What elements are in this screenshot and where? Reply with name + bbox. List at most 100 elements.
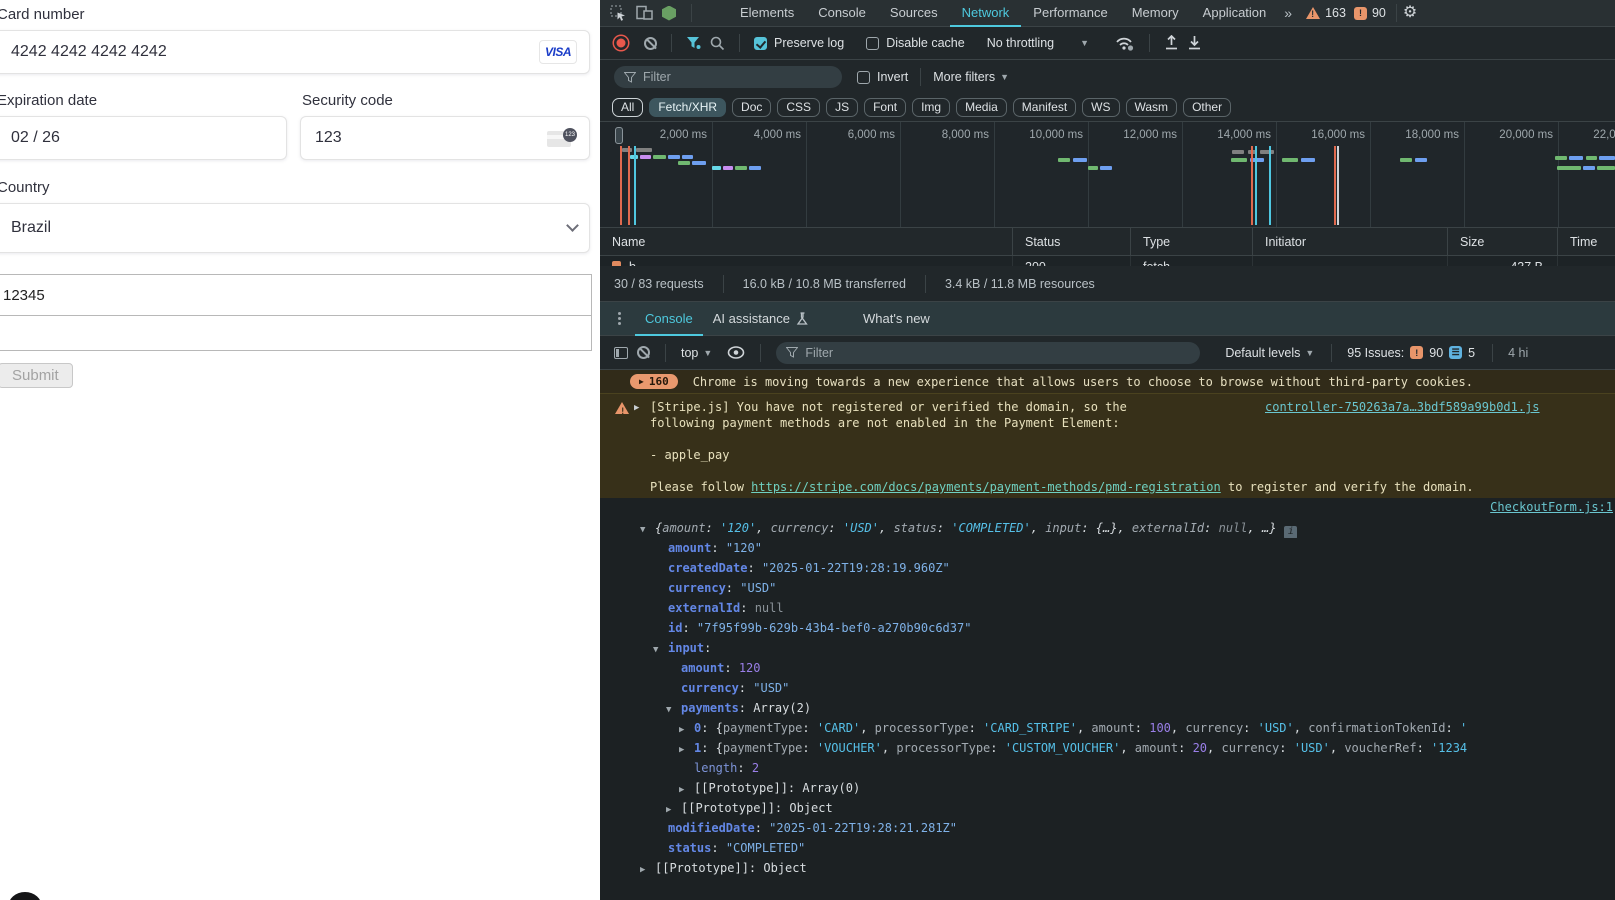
invert-checkbox[interactable]: Invert — [857, 70, 908, 84]
chip-all[interactable]: All — [612, 98, 644, 117]
group-count-pill[interactable]: ▶ 160 — [630, 374, 678, 389]
console-group-message[interactable]: ▶ 160 Chrome is moving towards a new exp… — [600, 370, 1615, 394]
live-expression-eye-icon[interactable] — [727, 346, 745, 359]
request-row[interactable]: b 200 fetch 437 B — [600, 256, 1615, 266]
preserve-log-checkbox[interactable]: Preserve log — [754, 36, 844, 50]
import-har-icon[interactable] — [1164, 35, 1179, 51]
nodejs-icon[interactable] — [662, 5, 676, 21]
search-icon[interactable] — [710, 36, 725, 51]
drawer-tab-what-s-new[interactable]: What's new — [853, 302, 940, 336]
disable-cache-checkbox[interactable]: Disable cache — [866, 36, 965, 50]
console-tree-row[interactable]: ▶ [[Prototype]]: Object — [600, 798, 1615, 818]
network-overview[interactable]: 2,000 ms 4,000 ms 6,000 ms 8,000 ms 10,000 m… — [600, 122, 1615, 228]
chip-wasm[interactable]: Wasm — [1125, 98, 1178, 117]
console-tree-row[interactable]: ▶ [[Prototype]]: Object — [600, 858, 1615, 878]
inspect-element-icon[interactable] — [610, 5, 627, 22]
console-filter-input[interactable]: Filter — [776, 341, 1201, 364]
disclosure-arrow-icon[interactable]: ▶ — [679, 720, 694, 738]
chip-js[interactable]: JS — [826, 98, 859, 117]
drawer-menu-icon[interactable] — [618, 312, 621, 325]
tab-sources[interactable]: Sources — [878, 0, 950, 27]
console-tree-row[interactable]: ▶ 0: {paymentType: 'CARD', processorType:… — [600, 718, 1615, 738]
controller-source-link[interactable]: controller-750263a7a…3bdf589a99b0d1.js — [1265, 399, 1540, 415]
console-tree-row[interactable]: currency: "USD" — [600, 678, 1615, 698]
tab-network[interactable]: Network — [950, 0, 1022, 27]
console-tree-row[interactable]: modifiedDate: "2025-01-22T19:28:21.281Z" — [600, 818, 1615, 838]
console-tree-row[interactable]: currency: "USD" — [600, 578, 1615, 598]
chip-ws[interactable]: WS — [1082, 98, 1120, 117]
disclosure-arrow-icon[interactable]: ▶ — [666, 800, 681, 818]
tab-performance[interactable]: Performance — [1021, 0, 1119, 27]
disclosure-arrow-icon[interactable]: ▶ — [640, 860, 655, 878]
more-tabs-icon[interactable]: » — [1278, 5, 1298, 21]
column-header-initiator[interactable]: Initiator — [1253, 228, 1448, 255]
chip-doc[interactable]: Doc — [732, 98, 772, 117]
overview-range-handle[interactable] — [615, 127, 623, 144]
column-header-time[interactable]: Time — [1558, 228, 1615, 255]
disclosure-arrow-icon[interactable]: ▶ — [679, 740, 694, 758]
empty-input[interactable] — [0, 316, 592, 351]
tab-elements[interactable]: Elements — [728, 0, 806, 27]
disclosure-arrow-icon[interactable]: ▶ — [679, 780, 694, 798]
network-filter-input[interactable]: Filter — [614, 66, 842, 88]
console-tree-row[interactable]: amount: 120 — [600, 658, 1615, 678]
console-tree-row[interactable]: length: 2 — [600, 758, 1615, 778]
security-code-field[interactable]: 123 123 — [300, 116, 590, 160]
export-har-icon[interactable] — [1187, 35, 1202, 51]
chip-fetch-xhr[interactable]: Fetch/XHR — [649, 98, 727, 117]
chat-widget-bubble[interactable] — [8, 892, 42, 900]
record-network-log-icon[interactable] — [614, 36, 628, 50]
console-tree-row[interactable]: externalId: null — [600, 598, 1615, 618]
postal-code-input[interactable]: 12345 — [0, 274, 592, 316]
console-tree-row[interactable]: ▼ input: — [600, 638, 1615, 658]
console-tree-row[interactable]: ▶ 1: {paymentType: 'VOUCHER', processorTy… — [600, 738, 1615, 758]
console-tree-row[interactable]: status: "COMPLETED" — [600, 838, 1615, 858]
chip-css[interactable]: CSS — [777, 98, 821, 117]
tab-memory[interactable]: Memory — [1120, 0, 1191, 27]
checkoutform-source-link[interactable]: CheckoutForm.js:1 — [1490, 500, 1613, 514]
execution-context-dropdown[interactable]: top ▼ — [681, 346, 712, 360]
console-issues-summary[interactable]: 95 Issues: ! 90 ☰ 5 — [1347, 346, 1475, 360]
disclosure-arrow-icon[interactable]: ▼ — [653, 640, 668, 658]
column-header-size[interactable]: Size — [1448, 228, 1558, 255]
expiration-field[interactable]: 02 / 26 — [0, 116, 287, 160]
country-select[interactable]: Brazil — [0, 203, 590, 253]
more-filters-dropdown[interactable]: More filters ▼ — [933, 70, 1009, 84]
chip-font[interactable]: Font — [864, 98, 907, 117]
hidden-messages-label[interactable]: 4 hi — [1508, 346, 1528, 360]
drawer-tab-ai-assistance[interactable]: AI assistance — [703, 302, 819, 336]
info-icon[interactable]: i — [1284, 525, 1298, 538]
chip-img[interactable]: Img — [912, 98, 951, 117]
disclosure-arrow-icon[interactable]: ▼ — [640, 520, 655, 538]
console-tree-row[interactable]: id: "7f95f99b-629b-43b4-bef0-a270b90c6d3… — [600, 618, 1615, 638]
console-tree-row[interactable]: amount: "120" — [600, 538, 1615, 558]
throttling-dropdown[interactable]: No throttling ▼ — [987, 36, 1089, 50]
column-header-name[interactable]: Name — [600, 228, 1013, 255]
warnings-summary[interactable]: 163 — [1306, 6, 1346, 20]
drawer-tab-console[interactable]: Console — [635, 302, 703, 336]
tab-console[interactable]: Console — [806, 0, 878, 27]
column-header-status[interactable]: Status — [1013, 228, 1131, 255]
console-tree-row[interactable]: createdDate: "2025-01-22T19:28:19.960Z" — [600, 558, 1615, 578]
console-tree-row[interactable]: ▼ payments: Array(2) — [600, 698, 1615, 718]
log-levels-dropdown[interactable]: Default levels ▼ — [1225, 346, 1314, 360]
disclosure-arrow-icon[interactable]: ▼ — [666, 700, 681, 718]
issues-summary[interactable]: ! 90 — [1353, 6, 1386, 20]
clear-network-log-icon[interactable] — [644, 36, 657, 50]
chip-other[interactable]: Other — [1183, 98, 1232, 117]
object-preview[interactable]: ▼ {amount: '120', currency: 'USD', status… — [600, 518, 1615, 538]
submit-button[interactable]: Submit — [0, 363, 73, 388]
console-tree-row[interactable]: ▶ [[Prototype]]: Array(0) — [600, 778, 1615, 798]
device-toolbar-icon[interactable] — [636, 5, 653, 21]
console-sidebar-icon[interactable] — [614, 346, 628, 359]
card-number-field[interactable]: 4242 4242 4242 4242 VISA — [0, 30, 590, 74]
stripe-docs-link[interactable]: https://stripe.com/docs/payments/payment… — [751, 480, 1221, 494]
chip-media[interactable]: Media — [956, 98, 1007, 117]
network-conditions-icon[interactable] — [1115, 36, 1135, 51]
settings-gear-icon[interactable]: ⚙ — [1403, 5, 1417, 21]
filter-toggle-icon[interactable] — [686, 36, 702, 50]
clear-console-icon[interactable] — [637, 346, 650, 359]
column-header-type[interactable]: Type — [1131, 228, 1253, 255]
tab-application[interactable]: Application — [1191, 0, 1279, 27]
expand-icon[interactable]: ▶ — [634, 400, 639, 416]
